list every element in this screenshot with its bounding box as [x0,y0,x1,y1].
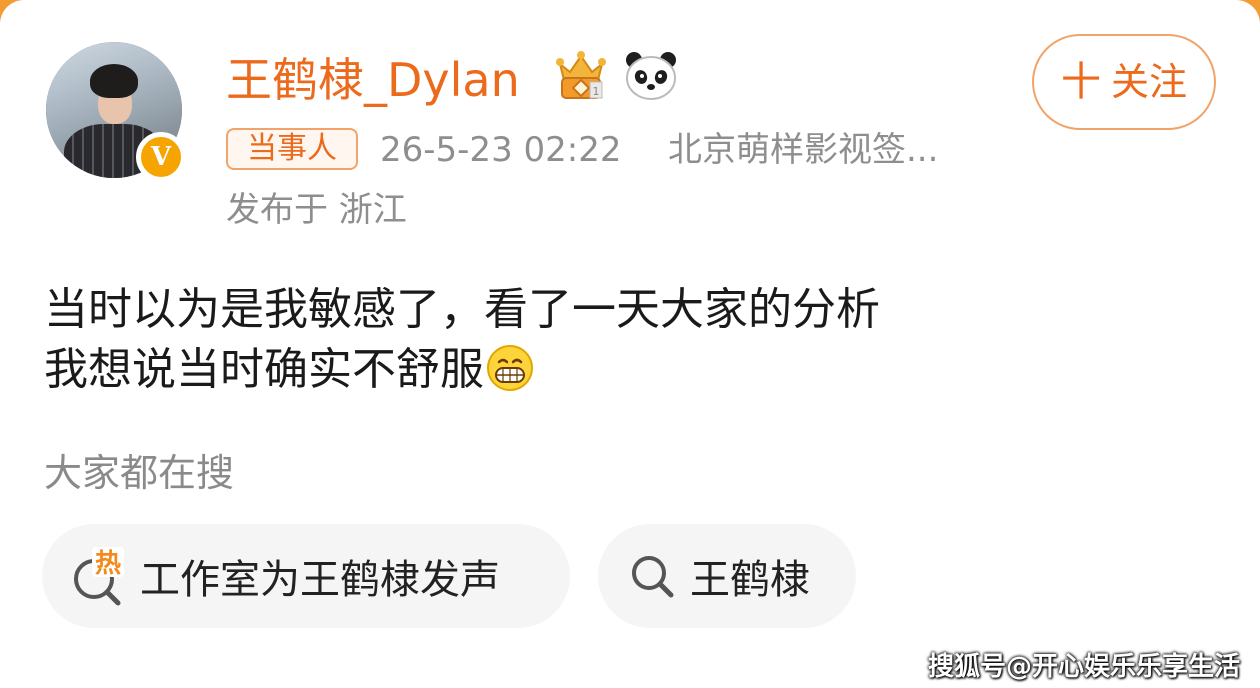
search-chip[interactable]: 王鹤棣 [598,524,856,628]
svg-text:1: 1 [593,85,600,98]
search-chip-label: 工作室为王鹤棣发声 [140,557,500,603]
grinning-face-icon [487,345,533,391]
post-location: 发布于 浙江 [226,190,407,230]
hot-mark: 热 [95,549,121,579]
post-text-line: 当时以为是我敏感了，看了一天大家的分析 [44,284,880,335]
author-name[interactable]: 王鹤棣_Dylan [226,52,520,108]
search-chip-label: 王鹤棣 [690,557,810,603]
related-search-title: 大家都在搜 [44,451,235,495]
crown-medal-icon[interactable]: 1 [552,50,610,102]
source-watermark: 搜狐号@开心娱乐乐享生活 [928,652,1241,682]
panda-icon[interactable] [624,50,678,102]
role-tag: 当事人 [226,128,358,170]
verified-badge-icon: V [136,132,186,182]
weibo-post-card: V 王鹤棣_Dylan 1 十 关注 当事人 26-5-23 02:22 北京萌… [0,0,1260,688]
frame-corner [1234,0,1260,26]
post-source[interactable]: 北京萌样影视签... [668,128,938,172]
post-text-line-2: 我想说当时确实不舒服 [44,340,880,400]
search-chip[interactable]: 热 工作室为王鹤棣发声 [42,524,570,628]
post-content: 当时以为是我敏感了，看了一天大家的分析 我想说当时确实不舒服 [44,280,880,400]
plus-icon: 十 [1060,59,1101,105]
post-timestamp: 26-5-23 02:22 [380,130,622,170]
follow-button[interactable]: 十 关注 [1032,34,1216,130]
frame-corner [0,0,26,26]
follow-label: 关注 [1110,60,1187,104]
hot-search-icon: 热 [74,547,124,606]
search-icon [632,556,674,598]
